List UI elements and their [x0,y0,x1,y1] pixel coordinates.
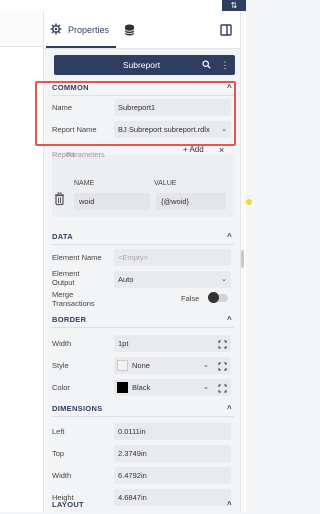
parameters-label: Parameters [66,150,105,159]
column-value-header: VALUE [154,180,177,187]
component-selector[interactable]: Subreport ⋮ [54,55,235,75]
element-output-value: Auto [118,275,134,284]
border-style-label: Style [52,361,69,370]
merge-transactions-label: Merge Transactions [52,290,95,308]
width-label: Width [52,471,72,480]
section-layout-title: LAYOUT [52,500,84,509]
divider [52,244,234,245]
parameter-status-dot [246,199,252,205]
chevron-up-icon[interactable]: ^ [227,500,232,509]
add-parameter-button[interactable]: + Add [183,145,204,154]
border-color-select[interactable]: Black ⌄ [114,379,231,396]
element-name-field[interactable]: <Empty> [114,249,231,266]
close-icon[interactable]: × [219,145,224,155]
style-swatch [117,360,128,371]
divider [52,416,234,417]
element-name-label: Element Name [52,253,102,262]
section-border-title: BORDER [52,315,87,324]
database-icon[interactable] [124,23,135,41]
tab-properties[interactable]: Properties [50,21,109,39]
top-label: Top [52,449,65,458]
color-swatch [117,382,128,393]
search-icon[interactable] [202,60,211,71]
panel-tabbar: Properties [44,11,240,49]
canvas-header [0,11,43,47]
element-output-label: Element Output [52,269,80,287]
plus-icon: + [183,145,188,154]
trash-icon[interactable] [54,192,65,211]
border-color-label: Color [52,383,70,392]
scrollbar-thumb[interactable] [241,250,244,268]
border-style-value: None [132,361,150,370]
left-field[interactable]: 0.0111in [114,423,231,440]
chevron-up-icon[interactable]: ^ [227,404,232,413]
width-field[interactable]: 6.4792in [114,467,231,484]
expand-icon[interactable] [218,338,227,355]
border-width-field[interactable]: 1pt [114,335,231,352]
chevron-down-icon: ⌄ [221,276,227,283]
element-output-select[interactable]: Auto ⌄ [114,271,231,288]
chevron-up-icon[interactable]: ^ [227,315,232,324]
parameter-name-field[interactable]: woid [74,193,150,210]
chevron-down-icon: ⌄ [203,362,209,369]
add-label: Add [189,145,204,154]
gear-icon [50,23,62,37]
sort-icon[interactable]: ⇅ [222,0,246,11]
parameter-value-field[interactable]: {@woid} [156,193,226,210]
selector-label: Subreport [122,60,161,70]
border-style-select[interactable]: None ⌄ [114,357,231,374]
expand-icon[interactable] [218,382,227,399]
section-data-title: DATA [52,232,73,241]
border-color-value: Black [132,383,151,392]
more-icon[interactable]: ⋮ [219,57,231,73]
chevron-up-icon[interactable]: ^ [227,232,232,241]
border-width-label: Width [52,339,72,348]
top-field[interactable]: 2.3749in [114,445,231,462]
toggle-knob [208,292,219,303]
border-width-value: 1pt [118,339,129,348]
divider [52,327,234,328]
collapse-panel-icon[interactable] [220,23,232,41]
top-strip: ⇅ [0,0,246,11]
section-dimensions-title: DIMENSIONS [52,404,103,413]
active-tab-indicator [46,46,116,48]
merge-transactions-value: False [181,294,200,303]
tab-properties-label: Properties [68,25,110,35]
left-label: Left [52,427,65,436]
expand-icon[interactable] [218,360,227,377]
highlight-box [35,81,236,146]
column-name-header: NAME [74,180,95,187]
merge-transactions-toggle[interactable] [208,292,228,303]
chevron-down-icon: ⌄ [203,384,209,391]
